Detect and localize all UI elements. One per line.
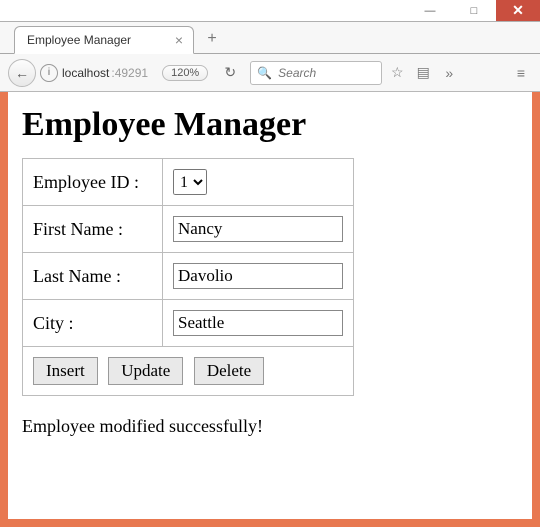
address-bar[interactable]: localhost:49291 [62,66,148,80]
table-row: City : [23,300,354,347]
window-titlebar: — □ ✕ [0,0,540,22]
label-employee-id: Employee ID : [23,159,163,206]
browser-tab[interactable]: Employee Manager × [14,26,194,54]
insert-button[interactable]: Insert [33,357,98,385]
search-input[interactable] [276,65,375,81]
city-input[interactable] [173,310,343,336]
navigation-toolbar: ← i localhost:49291 120% ↻ 🔍 ☆ ▤ » ≡ [0,54,540,92]
employee-id-select[interactable]: 1 [173,169,207,195]
status-message: Employee modified successfully! [22,416,518,437]
tab-strip: Employee Manager × + [0,22,540,54]
table-row: Employee ID : 1 [23,159,354,206]
last-name-input[interactable] [173,263,343,289]
update-button[interactable]: Update [108,357,183,385]
site-info-icon[interactable]: i [40,64,58,82]
table-row: Last Name : [23,253,354,300]
table-row: First Name : [23,206,354,253]
window-minimize-button[interactable]: — [408,0,452,21]
bookmark-star-icon[interactable]: ☆ [386,64,408,81]
reload-icon: ↻ [224,64,236,80]
overflow-icon[interactable]: » [438,65,460,81]
delete-button[interactable]: Delete [194,357,264,385]
zoom-indicator[interactable]: 120% [162,65,208,81]
page-content: Employee Manager Employee ID : 1 First N… [0,92,540,527]
label-city: City : [23,300,163,347]
back-arrow-icon: ← [15,65,29,81]
first-name-input[interactable] [173,216,343,242]
search-box[interactable]: 🔍 [250,61,382,85]
label-last-name: Last Name : [23,253,163,300]
window-close-button[interactable]: ✕ [496,0,540,21]
url-port: :49291 [111,66,148,80]
library-icon[interactable]: ▤ [412,64,434,81]
hamburger-menu-icon[interactable]: ≡ [510,65,532,81]
back-button[interactable]: ← [8,59,36,87]
table-row: Insert Update Delete [23,347,354,396]
page-title: Employee Manager [22,106,518,144]
label-first-name: First Name : [23,206,163,253]
tab-close-icon[interactable]: × [175,32,183,48]
search-icon: 🔍 [257,66,272,80]
employee-form-table: Employee ID : 1 First Name : Last Name : [22,158,354,396]
tab-title: Employee Manager [27,33,131,47]
reload-button[interactable]: ↻ [220,64,240,81]
new-tab-button[interactable]: + [200,27,224,51]
window-maximize-button[interactable]: □ [452,0,496,21]
url-host: localhost [62,66,109,80]
